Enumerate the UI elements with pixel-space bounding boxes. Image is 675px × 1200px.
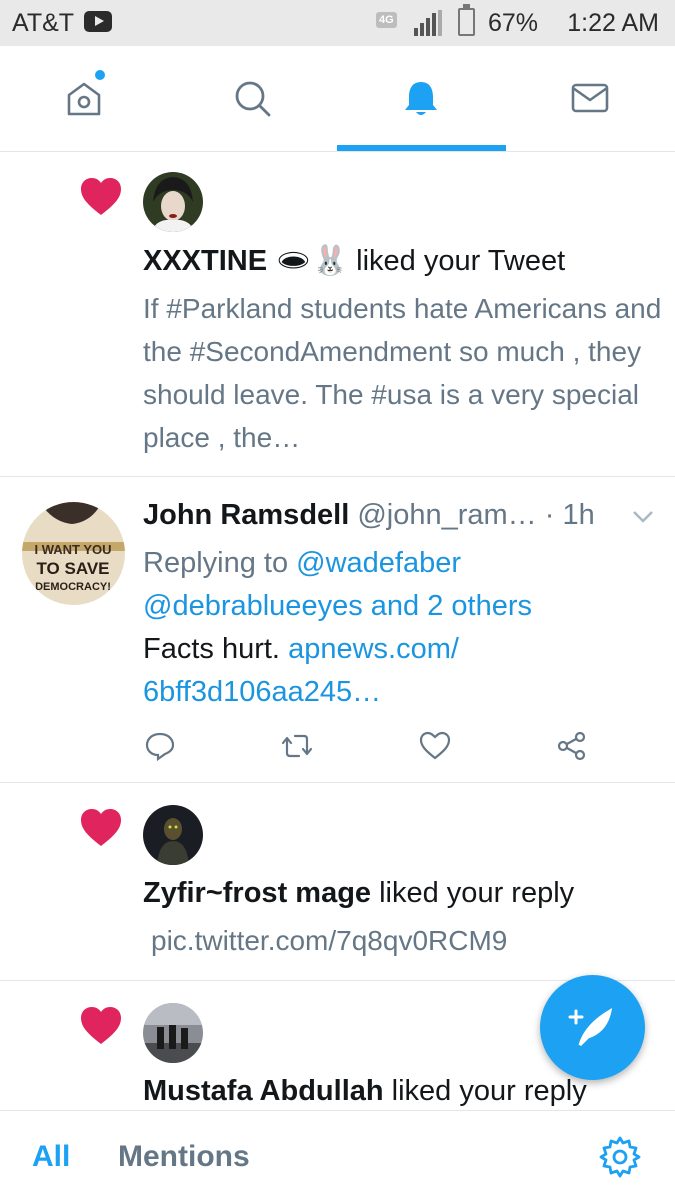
active-tab-indicator [337, 145, 506, 151]
battery-icon [458, 4, 475, 36]
tab-home[interactable] [0, 46, 168, 150]
liked-tweet-text[interactable]: If #Parkland students hate Americans and… [143, 287, 663, 459]
search-icon [235, 81, 271, 117]
heart-icon [81, 809, 121, 846]
notifications-filter-bar: All Mentions [0, 1110, 675, 1200]
reply-text: Facts hurt. [143, 633, 280, 665]
notification-like-tweet[interactable]: XXXTINE 🕳🐰 liked your Tweet If #Parkland… [0, 152, 675, 477]
status-bar: AT&T 4G 67% 1:22 AM [0, 0, 675, 46]
avatar[interactable] [143, 805, 203, 865]
user-name[interactable]: Mustafa Abdullah [143, 1075, 384, 1107]
tab-messages[interactable] [506, 46, 674, 150]
replying-to-prefix: Replying to [143, 547, 289, 579]
carrier-label: AT&T [12, 9, 75, 37]
timestamp: · 1h [544, 499, 595, 531]
filter-mentions-tab[interactable]: Mentions [118, 1140, 250, 1174]
notification-reply-tweet[interactable]: I WANT YOU TO SAVE DEMOCRACY! John Ramsd… [0, 477, 675, 783]
reply-header: John Ramsdell @john_ram… · 1h [143, 499, 663, 532]
svg-text:DEMOCRACY!: DEMOCRACY! [35, 581, 111, 593]
top-navigation [0, 46, 675, 152]
filter-all-tab[interactable]: All [32, 1140, 70, 1174]
heart-icon [81, 178, 121, 215]
notification-headline: Zyfir~frost mage liked your reply [143, 877, 574, 910]
retweet-icon[interactable] [280, 731, 314, 761]
home-unread-dot [95, 70, 105, 80]
svg-text:I WANT YOU: I WANT YOU [34, 542, 111, 557]
notification-like-reply[interactable]: Zyfir~frost mage liked your reply pic.tw… [0, 783, 675, 981]
avatar[interactable] [143, 1003, 203, 1063]
user-name[interactable]: John Ramsdell [143, 499, 349, 531]
compose-feather-icon [568, 1008, 613, 1047]
signal-strength-icon [414, 10, 442, 36]
network-4g-lte-icon: 4G [376, 12, 397, 28]
user-name[interactable]: Zyfir~frost mage [143, 877, 371, 909]
reply-body: Replying to @wadefaber @debrablueeyes an… [143, 542, 663, 714]
bell-icon [405, 82, 437, 115]
chevron-down-icon[interactable] [632, 509, 654, 525]
reply-icon[interactable] [145, 731, 175, 761]
svg-text:TO SAVE: TO SAVE [36, 559, 109, 578]
avatar[interactable] [143, 172, 203, 232]
liked-reply-text[interactable]: pic.twitter.com/7q8qv0RCM9 [151, 925, 507, 957]
user-name[interactable]: XXXTINE [143, 245, 267, 277]
action-text: liked your Tweet [356, 245, 566, 277]
clock-time: 1:22 AM [567, 9, 659, 37]
user-emoji: 🕳🐰 [275, 245, 349, 277]
heart-icon [81, 1007, 121, 1044]
gear-icon[interactable] [598, 1135, 642, 1179]
notification-headline: XXXTINE 🕳🐰 liked your Tweet [143, 244, 565, 278]
user-handle[interactable]: @john_ram… [357, 499, 536, 531]
share-icon[interactable] [557, 731, 587, 761]
mail-icon [571, 83, 609, 113]
action-text: liked your reply [379, 877, 575, 909]
like-outline-icon[interactable] [419, 731, 451, 761]
battery-percent: 67% [488, 9, 539, 37]
compose-tweet-button[interactable] [540, 975, 645, 1080]
tab-search[interactable] [168, 46, 336, 150]
avatar[interactable]: I WANT YOU TO SAVE DEMOCRACY! [22, 502, 125, 605]
notification-headline: Mustafa Abdullah liked your reply [143, 1075, 587, 1108]
action-text: liked your reply [391, 1075, 587, 1107]
home-icon [67, 82, 101, 116]
tab-notifications[interactable] [337, 46, 505, 150]
youtube-icon [84, 11, 112, 32]
